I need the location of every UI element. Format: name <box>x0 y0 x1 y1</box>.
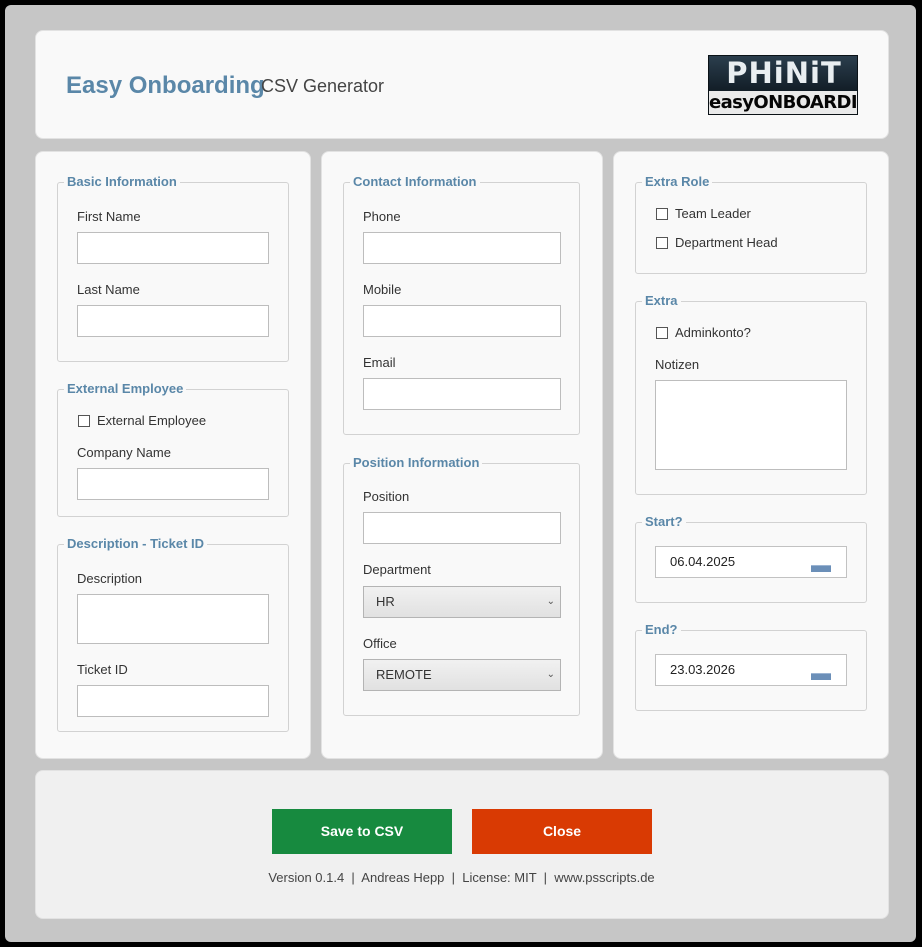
department-label: Department <box>363 562 431 577</box>
extra-role-legend: Extra Role <box>642 174 713 190</box>
end-date-picker[interactable]: 23.03.2026 <box>655 654 847 686</box>
close-button[interactable]: Close <box>472 809 652 854</box>
company-name-input[interactable] <box>77 468 269 500</box>
department-head-checkbox[interactable]: Department Head <box>656 235 778 251</box>
logo-text-bottom: easyONBOARDING <box>709 91 857 114</box>
last-name-label: Last Name <box>77 282 140 297</box>
adminkonto-checkbox-label: Adminkonto? <box>675 325 751 340</box>
basic-information-legend: Basic Information <box>64 174 180 190</box>
external-employee-checkbox-box[interactable] <box>78 415 90 427</box>
adminkonto-checkbox-box[interactable] <box>656 327 668 339</box>
notizen-textarea[interactable] <box>655 380 847 470</box>
external-employee-checkbox-label: External Employee <box>97 413 207 428</box>
last-name-input[interactable] <box>77 305 269 337</box>
calendar-icon[interactable] <box>811 673 831 680</box>
footer-card <box>35 770 889 919</box>
external-employee-legend: External Employee <box>64 381 187 397</box>
contact-information-legend: Contact Information <box>350 174 480 190</box>
first-name-label: First Name <box>77 209 141 224</box>
first-name-input[interactable] <box>77 232 269 264</box>
chevron-down-icon: ⌄ <box>546 669 555 680</box>
end-date-value: 23.03.2026 <box>670 662 736 677</box>
description-label: Description <box>77 571 143 586</box>
extra-legend: Extra <box>642 293 681 309</box>
team-leader-checkbox[interactable]: Team Leader <box>656 206 751 222</box>
footer-info: Version 0.1.4 | Andreas Hepp | License: … <box>268 870 655 885</box>
external-employee-checkbox[interactable]: External Employee <box>78 413 206 429</box>
department-head-checkbox-box[interactable] <box>656 237 668 249</box>
department-select[interactable]: HR ⌄ <box>363 586 561 618</box>
office-select-value: REMOTE <box>376 667 432 682</box>
email-label: Email <box>363 355 396 370</box>
notizen-label: Notizen <box>655 357 700 372</box>
phone-label: Phone <box>363 209 401 224</box>
team-leader-checkbox-label: Team Leader <box>675 206 751 221</box>
mobile-input[interactable] <box>363 305 561 337</box>
end-date-legend: End? <box>642 622 681 638</box>
position-information-legend: Position Information <box>350 455 483 471</box>
start-date-picker[interactable]: 06.04.2025 <box>655 546 847 578</box>
mobile-label: Mobile <box>363 282 402 297</box>
adminkonto-checkbox[interactable]: Adminkonto? <box>656 325 751 341</box>
company-name-label: Company Name <box>77 445 171 460</box>
ticket-id-label: Ticket ID <box>77 662 128 677</box>
position-input[interactable] <box>363 512 561 544</box>
team-leader-checkbox-box[interactable] <box>656 208 668 220</box>
department-select-value: HR <box>376 594 395 609</box>
position-label: Position <box>363 489 410 504</box>
start-date-value: 06.04.2025 <box>670 554 736 569</box>
extra-role-group: Extra Role <box>635 174 867 274</box>
description-ticket-legend: Description - Ticket ID <box>64 536 208 552</box>
email-input[interactable] <box>363 378 561 410</box>
logo-text-top: PHiNiT <box>726 56 842 90</box>
app-subtitle: CSV Generator <box>261 76 385 96</box>
office-select[interactable]: REMOTE ⌄ <box>363 659 561 691</box>
app-title: Easy Onboarding <box>66 72 265 99</box>
department-head-checkbox-label: Department Head <box>675 235 778 250</box>
calendar-icon[interactable] <box>811 565 831 572</box>
phone-input[interactable] <box>363 232 561 264</box>
save-to-csv-button[interactable]: Save to CSV <box>272 809 452 854</box>
office-label: Office <box>363 636 397 651</box>
description-input[interactable] <box>77 594 269 644</box>
ticket-id-input[interactable] <box>77 685 269 717</box>
start-date-legend: Start? <box>642 514 686 530</box>
chevron-down-icon: ⌄ <box>546 596 555 607</box>
phinit-logo: PHiNiT easyONBOARDING <box>708 55 858 115</box>
